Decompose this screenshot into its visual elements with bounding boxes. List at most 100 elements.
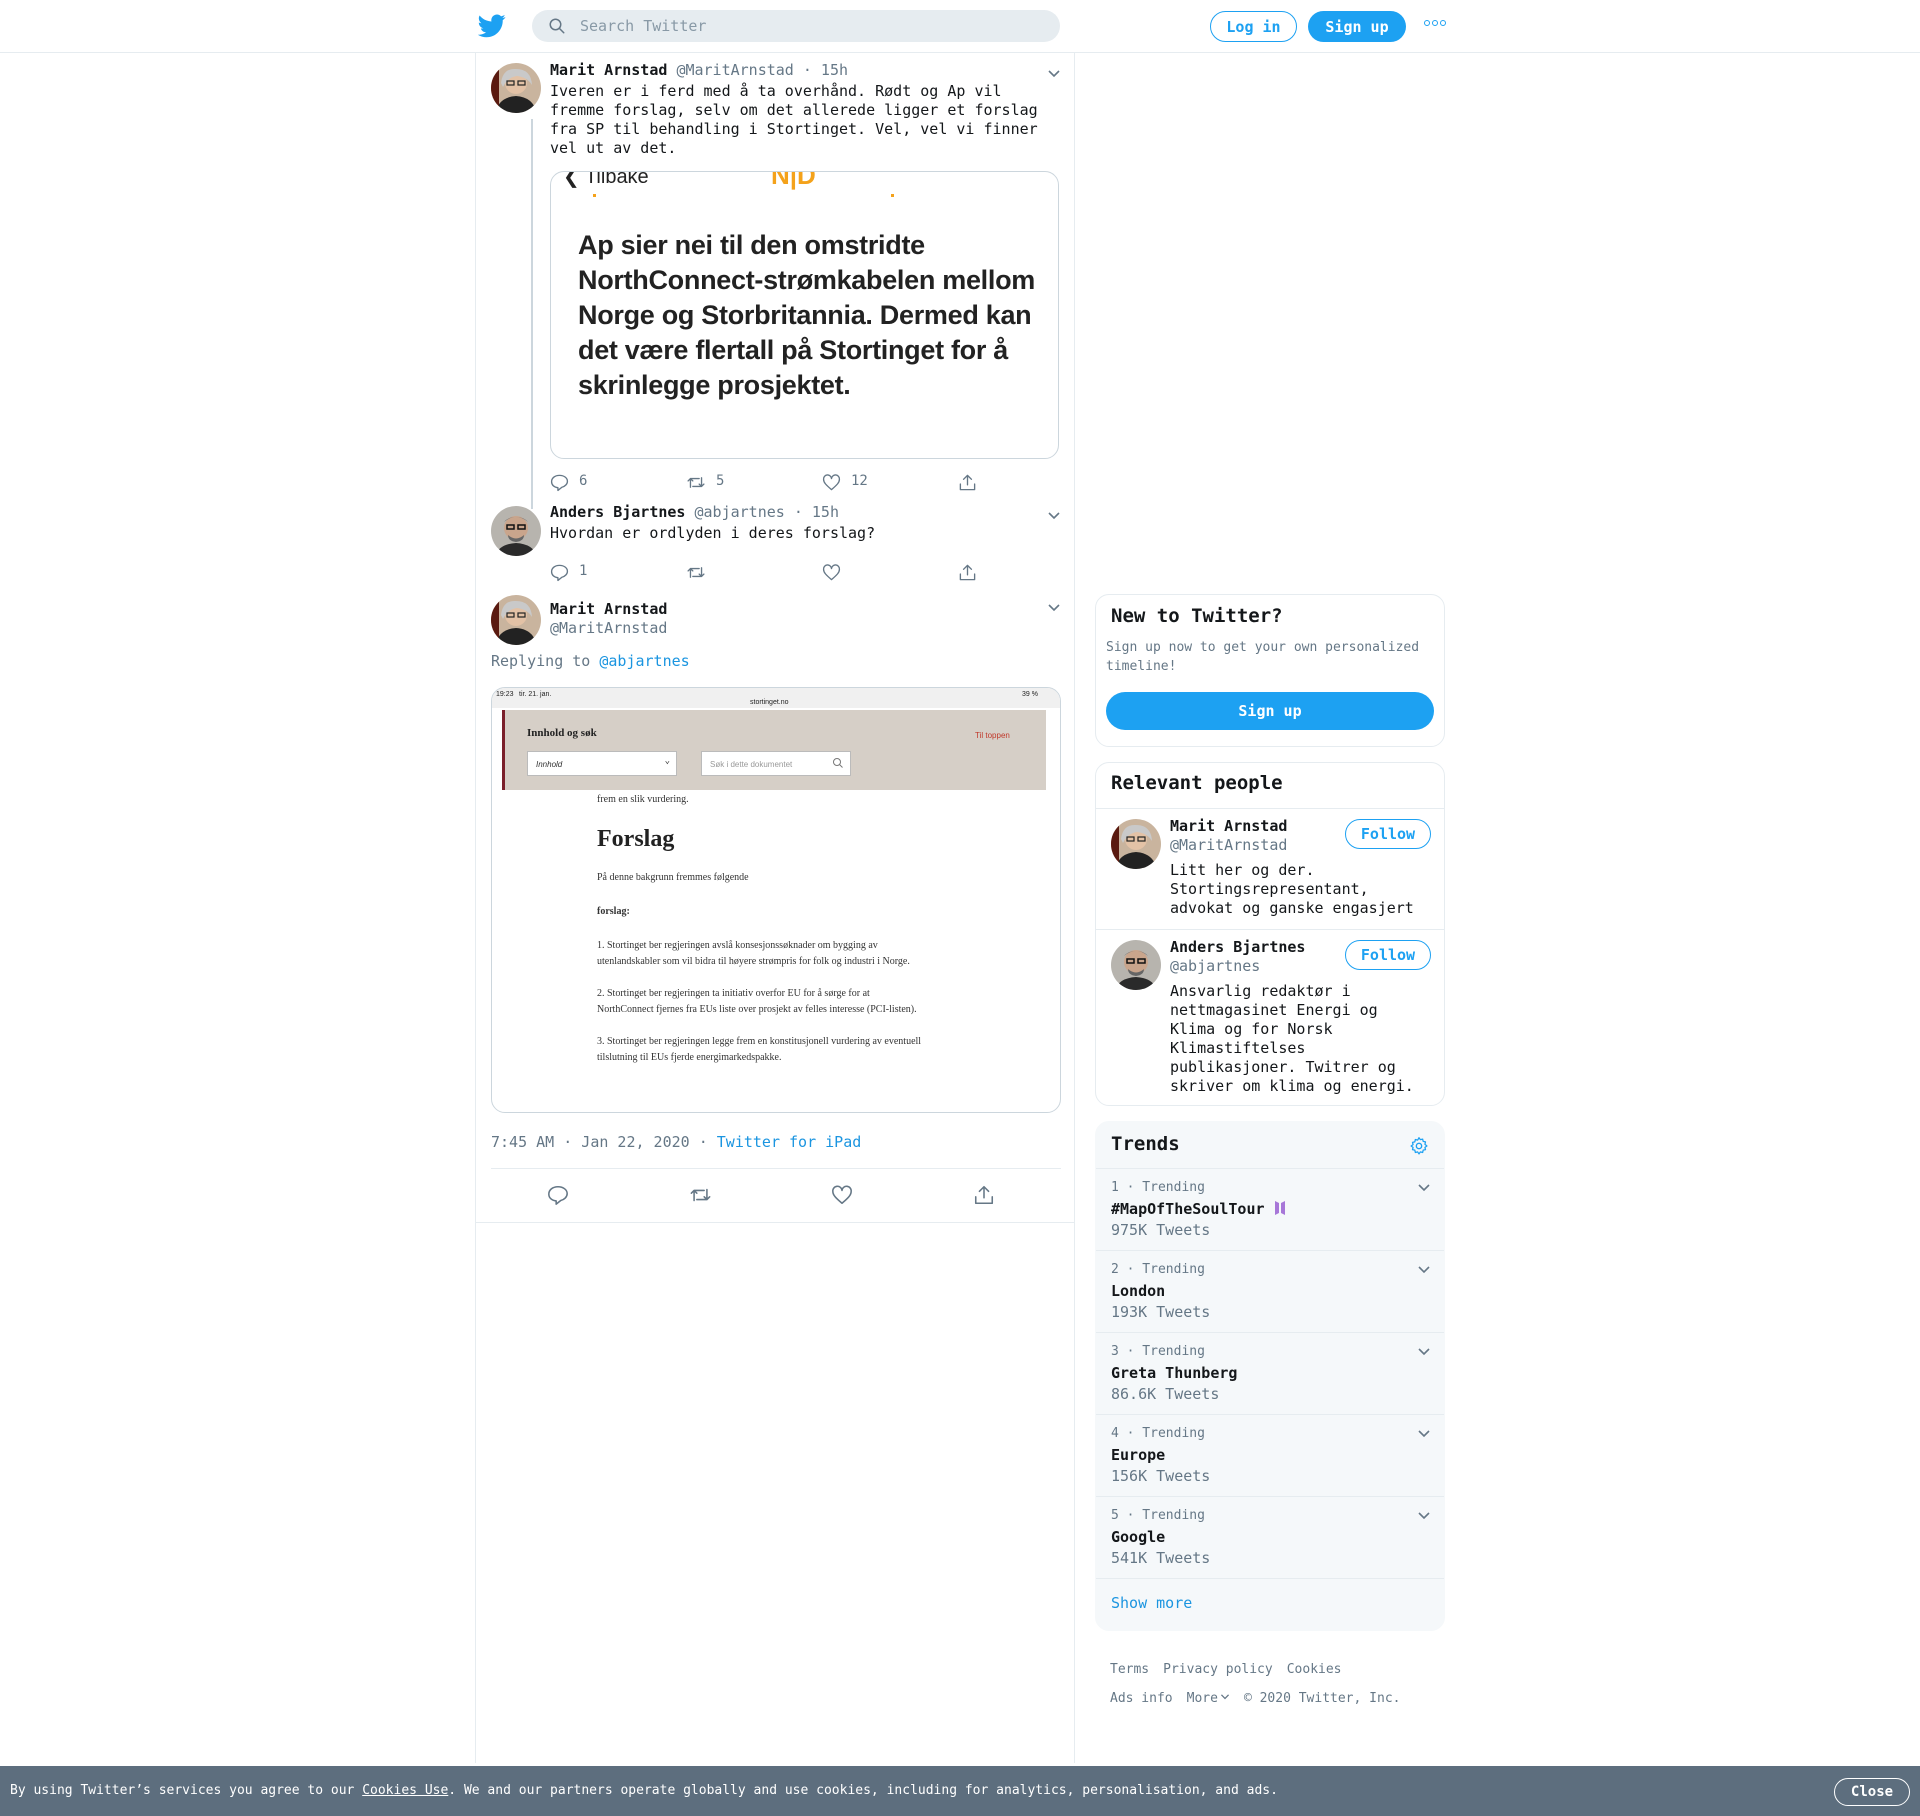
person-handle[interactable]: @MaritArnstad	[1170, 836, 1287, 855]
replying-to-link[interactable]: @abjartnes	[599, 652, 689, 670]
cookies-link[interactable]: Cookies	[1287, 1662, 1342, 1677]
author-name[interactable]: Anders Bjartnes	[550, 503, 685, 521]
chevron-down-icon	[1220, 1694, 1229, 1700]
heart-icon	[822, 474, 841, 491]
retweet-button[interactable]: 5	[686, 473, 822, 492]
author-handle[interactable]: @MaritArnstad	[676, 61, 793, 79]
privacy-link[interactable]: Privacy policy	[1163, 1662, 1273, 1677]
top-bar: Log in Sign up	[0, 0, 1920, 53]
trend-item[interactable]: 4 · Trending Europe 156K Tweets	[1096, 1414, 1444, 1496]
tweet-header: Anders Bjartnes @abjartnes · 15h	[550, 503, 839, 521]
thread-line	[531, 119, 533, 509]
trend-item[interactable]: 5 · Trending Google 541K Tweets	[1096, 1496, 1444, 1578]
person-name[interactable]: Marit Arnstad	[1170, 817, 1287, 836]
avatar[interactable]	[1111, 940, 1161, 990]
chevron-down-icon[interactable]	[1047, 67, 1061, 81]
search-box[interactable]	[532, 10, 1060, 42]
person-name[interactable]: Anders Bjartnes	[1170, 938, 1305, 957]
retweet-button[interactable]	[686, 563, 822, 582]
like-button[interactable]: 12	[822, 473, 958, 492]
share-icon	[959, 474, 976, 491]
like-button[interactable]	[822, 563, 958, 582]
tweet-source-link[interactable]: Twitter for iPad	[717, 1133, 862, 1151]
sidebar-signup-button[interactable]: Sign up	[1106, 692, 1434, 730]
share-icon	[974, 1185, 994, 1205]
retweet-icon	[687, 567, 705, 578]
share-button[interactable]	[958, 473, 1094, 492]
chevron-down-icon[interactable]	[1047, 601, 1061, 615]
show-more-link[interactable]: Show more	[1111, 1594, 1192, 1612]
tweet-time[interactable]: · 15h	[794, 503, 839, 521]
chevron-down-icon[interactable]	[1417, 1427, 1431, 1441]
search-input[interactable]	[580, 17, 1040, 35]
cookies-use-link[interactable]: Cookies Use	[362, 1783, 448, 1798]
screenshot-status-bar: 19:23 tir. 21. jan. stortinget.no 39 %	[492, 688, 1060, 708]
share-icon	[959, 564, 976, 581]
chevron-down-icon[interactable]	[1047, 509, 1061, 523]
avatar[interactable]	[491, 595, 541, 645]
tweet-time[interactable]: · 15h	[803, 61, 848, 79]
footer-links-row-2: Ads info More © 2020 Twitter, Inc.	[1110, 1691, 1400, 1706]
divider	[491, 1168, 1061, 1169]
cookie-consent-bar: By using Twitter’s services you agree to…	[0, 1766, 1920, 1816]
author-name[interactable]: Marit Arnstad	[550, 61, 667, 79]
thread-tweet[interactable]: Marit Arnstad @MaritArnstad · 15h Iveren…	[491, 61, 1061, 509]
tweet-timestamp-row: 7:45 AM · Jan 22, 2020 · Twitter for iPa…	[491, 1133, 862, 1151]
person-card[interactable]: Anders Bjartnes @abjartnes Follow Ansvar…	[1096, 929, 1444, 1105]
tweet-timestamp[interactable]: 7:45 AM · Jan 22, 2020	[491, 1133, 690, 1151]
tweet-image-card[interactable]: ❮ Tilbake N|D Ap sier nei til den omstri…	[550, 171, 1059, 459]
trend-name: #MapOfTheSoulTour	[1111, 1200, 1265, 1218]
trend-item[interactable]: 2 · Trending London 193K Tweets	[1096, 1250, 1444, 1332]
author-handle[interactable]: @MaritArnstad	[550, 619, 667, 638]
tweet-header: Marit Arnstad @MaritArnstad · 15h	[550, 61, 848, 79]
search-icon	[549, 18, 565, 34]
person-card[interactable]: Marit Arnstad @MaritArnstad Follow Litt …	[1096, 808, 1444, 929]
trend-name: Google	[1111, 1528, 1166, 1546]
avatar[interactable]	[1111, 819, 1161, 869]
retweet-button[interactable]	[689, 1184, 831, 1210]
person-handle[interactable]: @abjartnes	[1170, 957, 1305, 976]
tweet-media-image[interactable]: 19:23 tir. 21. jan. stortinget.no 39 % I…	[491, 687, 1061, 1113]
chevron-down-icon[interactable]	[1417, 1509, 1431, 1523]
thread-tweet[interactable]: Anders Bjartnes @abjartnes · 15h Hvordan…	[491, 503, 1061, 585]
heart-icon	[822, 564, 841, 581]
trend-name: Europe	[1111, 1446, 1166, 1464]
tweet-actions: 6 5 12	[550, 473, 1094, 492]
retweet-icon	[687, 477, 705, 488]
share-button[interactable]	[958, 563, 1094, 582]
new-to-twitter-text: Sign up now to get your own personalized…	[1106, 640, 1420, 674]
reply-button[interactable]	[547, 1184, 689, 1210]
trend-item[interactable]: 1 · Trending #MapOfTheSoulTour 975K Twee…	[1096, 1168, 1444, 1250]
twitter-logo-icon[interactable]	[478, 14, 506, 38]
focus-tweet: Marit Arnstad @MaritArnstad Replying to …	[491, 595, 1061, 1235]
person-bio: Ansvarlig redaktør i nettmagasinet Energ…	[1170, 982, 1414, 1095]
follow-button[interactable]: Follow	[1345, 819, 1431, 849]
replying-to: Replying to @abjartnes	[491, 652, 690, 670]
reply-button[interactable]: 6	[550, 473, 686, 492]
trend-item[interactable]: 3 · Trending Greta Thunberg 86.6K Tweets	[1096, 1332, 1444, 1414]
avatar[interactable]	[491, 63, 541, 113]
follow-button[interactable]: Follow	[1345, 940, 1431, 970]
settings-gear-icon[interactable]	[1409, 1136, 1429, 1156]
ads-info-link[interactable]: Ads info	[1110, 1691, 1173, 1706]
author-name[interactable]: Marit Arnstad	[550, 600, 667, 619]
footer-links-row-1: Terms Privacy policy Cookies	[1110, 1662, 1342, 1677]
cookie-message: By using Twitter’s services you agree to…	[10, 1783, 1278, 1798]
author-handle[interactable]: @abjartnes	[695, 503, 785, 521]
login-button[interactable]: Log in	[1210, 11, 1297, 42]
bts-emoji-icon	[1274, 1201, 1285, 1215]
card-headline: Ap sier nei til den omstridte NorthConne…	[578, 230, 1035, 400]
chevron-down-icon[interactable]	[1417, 1345, 1431, 1359]
like-button[interactable]	[831, 1184, 973, 1210]
chevron-down-icon[interactable]	[1417, 1181, 1431, 1195]
more-menu[interactable]: More	[1187, 1691, 1230, 1706]
signup-button[interactable]: Sign up	[1308, 11, 1406, 42]
more-options-icon[interactable]	[1424, 20, 1446, 26]
avatar[interactable]	[491, 506, 541, 556]
chevron-down-icon[interactable]	[1417, 1263, 1431, 1277]
share-button[interactable]	[973, 1184, 1115, 1210]
tweet-header: Marit Arnstad @MaritArnstad	[550, 600, 667, 638]
reply-button[interactable]: 1	[550, 563, 686, 582]
cookie-close-button[interactable]: Close	[1834, 1778, 1910, 1806]
terms-link[interactable]: Terms	[1110, 1662, 1149, 1677]
